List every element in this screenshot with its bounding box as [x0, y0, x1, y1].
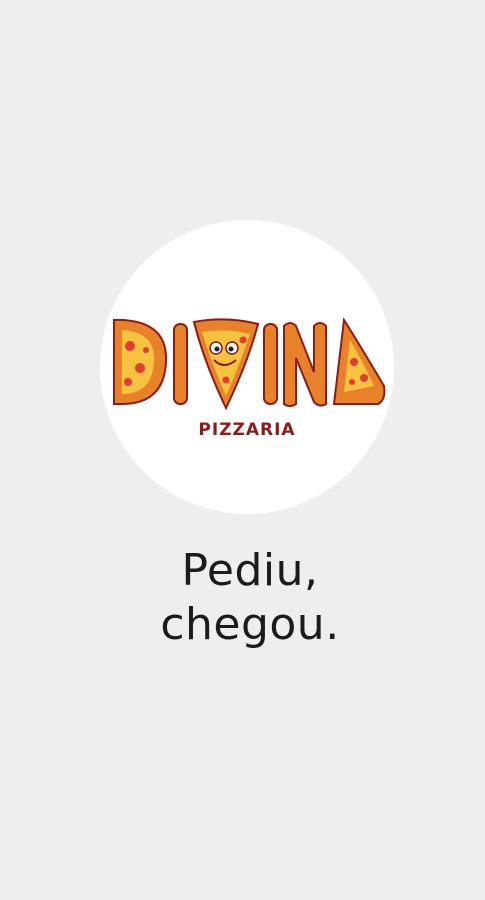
letter-i2-icon [263, 323, 278, 405]
letter-d-pizza-icon [113, 319, 168, 405]
tagline: Pediu, chegou. [0, 544, 485, 652]
logo-badge: PIZZARIA [100, 220, 394, 514]
pizza-slice-mascot-icon [192, 318, 260, 411]
letter-n-icon [283, 322, 327, 407]
letter-i-icon [173, 323, 188, 405]
divina-wordmark-logo [113, 317, 386, 411]
letter-a-pizza-slice-icon [332, 317, 386, 405]
logo-subtitle: PIZZARIA [198, 420, 296, 440]
tagline-line-2: chegou. [160, 599, 340, 650]
tagline-line-1: Pediu, [181, 545, 319, 596]
